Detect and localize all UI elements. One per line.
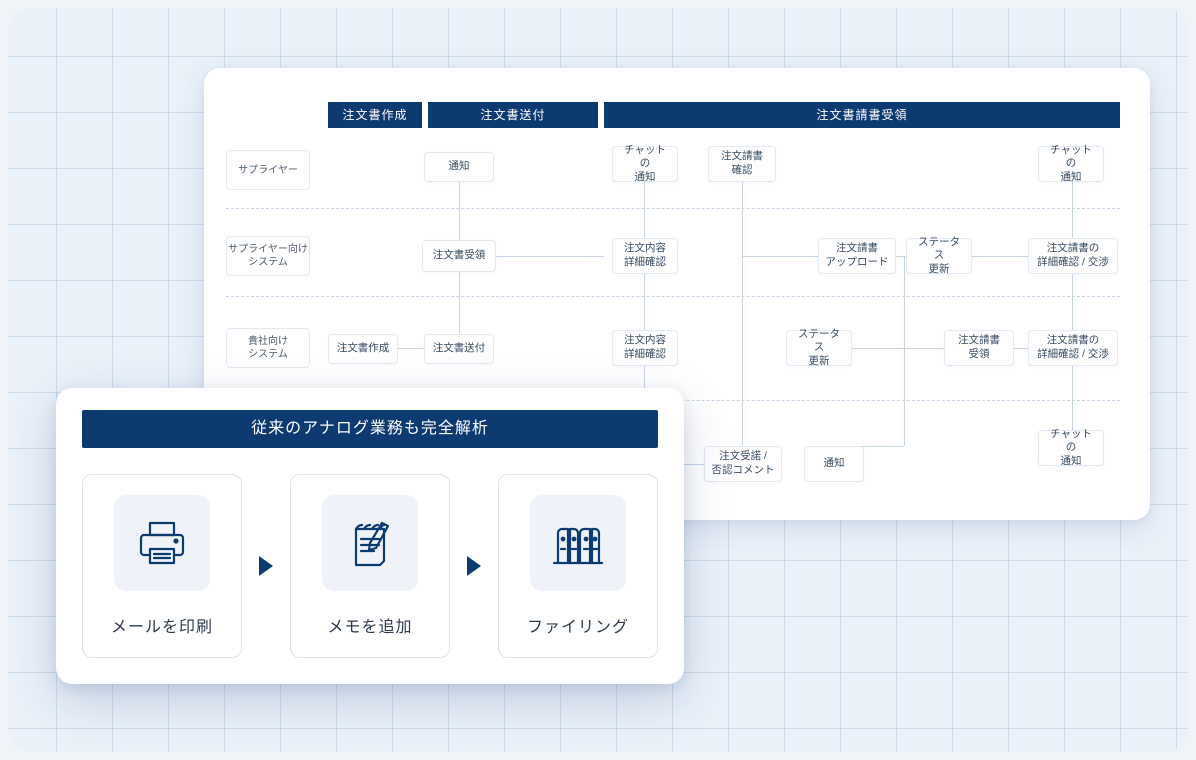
connector (484, 256, 604, 257)
node-detail-nego-2: 注文請書の詳細確認 / 交渉 (1028, 330, 1118, 366)
overlay-title: 従来のアナログ業務も完全解析 (82, 410, 658, 448)
node-order-send: 注文書送付 (424, 334, 494, 364)
node-notify: 通知 (424, 152, 494, 182)
connector (644, 181, 645, 241)
node-order-create: 注文書作成 (328, 334, 398, 364)
notepad-icon (322, 495, 418, 591)
connector (904, 256, 905, 370)
node-accept-reject: 注文受諾 /否認コメント (704, 446, 782, 482)
node-detail-check-2: 注文内容詳細確認 (612, 330, 678, 366)
node-chat-notify-1: チャットの通知 (612, 146, 678, 182)
connector (1072, 181, 1073, 241)
connector (904, 366, 905, 446)
step-print: メールを印刷 (82, 474, 242, 658)
analog-overlay-card: 従来のアナログ業務も完全解析 メールを印刷 (56, 388, 684, 684)
step-label: ファイリング (527, 613, 629, 637)
connector (644, 273, 645, 333)
connector (1072, 273, 1073, 333)
node-status-update-2: ステータス更新 (786, 330, 852, 366)
lane-separator (226, 296, 1120, 297)
header-send: 注文書送付 (428, 102, 598, 128)
node-chat-notify-2: チャットの通知 (1038, 146, 1104, 182)
step-filing: ファイリング (498, 474, 658, 658)
chevron-right-icon (259, 556, 273, 576)
connector (1072, 366, 1073, 430)
lane-company-system: 貴社向けシステム (226, 328, 310, 368)
step-memo: メモを追加 (290, 474, 450, 658)
folder-binder-icon (530, 495, 626, 591)
connector (394, 348, 428, 349)
lane-separator (226, 208, 1120, 209)
printer-icon (114, 495, 210, 591)
node-detail-nego-1: 注文請書の詳細確認 / 交渉 (1028, 238, 1118, 274)
header-receive: 注文書請書受領 (604, 102, 1120, 128)
step-label: メモを追加 (327, 613, 412, 637)
node-notify-2: 通知 (804, 446, 864, 482)
connector (904, 348, 944, 349)
node-status-update-1: ステータス更新 (906, 238, 972, 274)
lane-supplier-system: サプライヤー向けシステム (226, 236, 310, 276)
chevron-right-icon (467, 556, 481, 576)
node-confirm-invoice: 注文請書確認 (708, 146, 776, 182)
node-order-received: 注文書受領 (422, 240, 496, 272)
header-create: 注文書作成 (328, 102, 422, 128)
node-upload-invoice: 注文請書アップロード (818, 238, 896, 274)
connector (742, 256, 824, 257)
step-label: メールを印刷 (111, 613, 213, 637)
connector (971, 256, 1031, 257)
overlay-steps: メールを印刷 メモを追加 (82, 474, 658, 658)
node-chat-notify-3: チャットの通知 (1038, 430, 1104, 466)
node-detail-check-1: 注文内容詳細確認 (612, 238, 678, 274)
connector (742, 181, 743, 446)
node-invoice-receipt: 注文請書受領 (944, 330, 1014, 366)
lane-supplier: サプライヤー (226, 150, 310, 190)
